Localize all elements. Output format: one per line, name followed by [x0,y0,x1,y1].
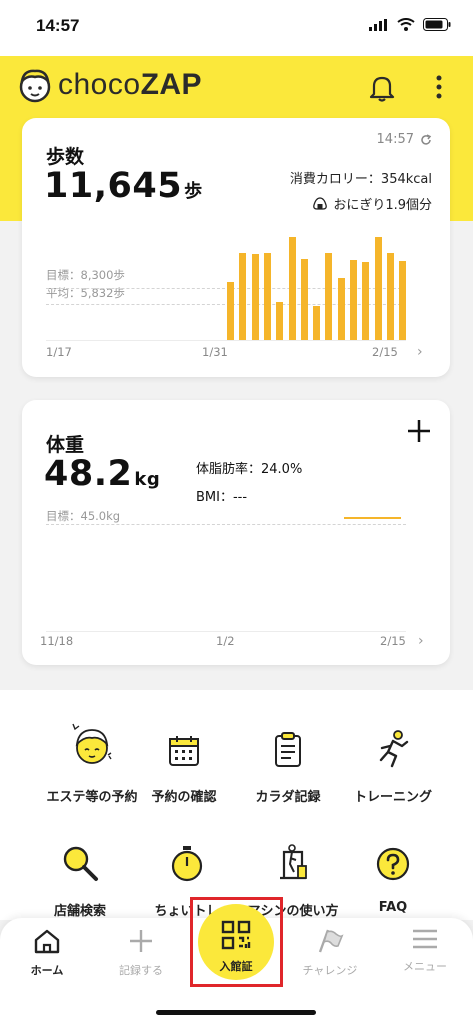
steps-bar [288,236,296,340]
steps-bar [337,277,345,340]
steps-bar [239,253,247,340]
steps-x-label-start: 1/17 [46,345,72,359]
menu-label: 予約の確認 [151,790,217,805]
status-bar: 14:57 [0,0,473,56]
stopwatch-icon [171,846,203,882]
updated-time: 14:57 [376,132,414,147]
tab-menu[interactable]: メニュー [385,928,465,974]
onigiri-text: おにぎり1.9個分 [333,198,432,213]
plus-icon [130,930,152,952]
tab-label: 記録する [119,964,163,977]
tab-label: ホーム [30,964,64,977]
clipboard-icon [275,732,301,767]
tab-record[interactable]: 記録する [101,928,181,978]
menu-label: トレーニング [353,790,432,805]
steps-bar [386,253,394,340]
menu-grid: エステ等の予約 予約の確認 カラダ記録 トレーニング 店舗検索 ちょいトレ マシ… [0,690,473,920]
weight-goal-line [46,524,406,525]
weight-x-label-start: 11/18 [40,634,74,648]
calories-text: 消費カロリー：354kcal [289,172,432,187]
weight-goal-label: 目標：45.0kg [46,509,121,523]
more-options-button[interactable] [435,74,443,104]
signal-icon [369,18,387,31]
highlight-box [190,897,283,987]
steps-bar [263,253,271,340]
flag-icon [318,929,344,953]
tab-label: メニュー [403,960,447,973]
calendar-icon [169,736,199,766]
steps-updated: 14:57 [377,132,432,147]
steps-bar [362,262,370,340]
brand-logo: chocoZAP [16,67,202,103]
menu-item-reservation-check[interactable]: 予約の確認 [125,718,243,805]
onigiri-icon [313,197,328,210]
search-icon [63,846,98,881]
steps-bar [251,253,259,340]
status-time: 14:57 [36,16,80,35]
steps-bar [374,236,382,340]
menu-item-training[interactable]: トレーニング [334,718,452,805]
brand-name: chocoZAP [58,68,202,102]
add-weight-button[interactable] [406,418,432,448]
steps-bar [350,259,357,340]
onigiri-equivalent: おにぎり1.9個分 [313,194,432,213]
kebab-menu-icon [436,75,442,99]
status-icons [369,18,451,31]
weight-unit: kg [134,469,161,490]
body-fat-text: 体脂肪率：24.0% [196,462,303,477]
runner-icon [379,730,409,768]
steps-card[interactable]: 歩数 11,645 歩 14:57 消費カロリー：354kcal おにぎり1.9個… [22,118,450,377]
wifi-icon [397,18,415,31]
steps-bar [300,259,308,340]
weight-number: 48.2 [44,454,133,494]
chevron-right-icon: › [418,633,424,649]
steps-bar [399,261,407,340]
steps-value: 11,645 歩 [44,166,203,206]
steps-bar [227,281,234,340]
menu-label: FAQ [378,900,408,915]
steps-baseline [46,340,406,341]
steps-title: 歩数 [46,146,85,168]
weight-title: 体重 [46,434,85,456]
steps-x-label-mid: 1/31 [202,345,228,359]
weight-x-label-mid: 1/2 [216,634,235,648]
tab-challenge[interactable]: チャレンジ [290,928,370,978]
weight-card[interactable]: 体重 48.2 kg 体脂肪率：24.0% BMI：--- 目標：45.0kg 1… [22,400,450,665]
steps-unit: 歩 [184,181,203,202]
menu-item-faq[interactable]: FAQ [334,832,452,915]
battery-icon [423,18,451,31]
steps-bar [313,305,321,340]
weight-x-label-end: 2/15 [380,634,406,648]
menu-item-body-record[interactable]: カラダ記録 [229,718,347,805]
hamburger-menu-icon [413,929,437,949]
brand-name-bold: ZAP [140,68,203,101]
steps-bar [276,301,284,340]
home-indicator [156,1010,316,1015]
menu-item-store-search[interactable]: 店舗検索 [21,832,139,919]
bell-icon [369,76,395,102]
menu-label: カラダ記録 [255,790,321,805]
tab-label: チャレンジ [302,964,358,977]
steps-x-label-end: 2/15 [372,345,398,359]
notification-button[interactable] [369,74,395,106]
weight-value: 48.2 kg [44,454,160,494]
home-icon [34,929,60,954]
mascot-logo-icon [19,69,51,103]
steps-goal-label: 目標：8,300歩 [46,268,125,282]
brand-name-light: choco [58,68,141,101]
machine-icon [280,844,307,880]
bmi-text: BMI：--- [196,490,248,505]
weight-trend-line [344,517,401,519]
chevron-right-icon: › [417,344,423,360]
face-care-icon [72,723,112,764]
menu-label: 店舗検索 [53,904,106,919]
steps-number: 11,645 [44,166,183,206]
question-icon [376,847,410,881]
steps-bar [325,253,333,340]
plus-icon [408,420,430,442]
weight-baseline [46,631,406,632]
refresh-icon[interactable] [420,133,432,146]
tab-home[interactable]: ホーム [7,928,87,978]
